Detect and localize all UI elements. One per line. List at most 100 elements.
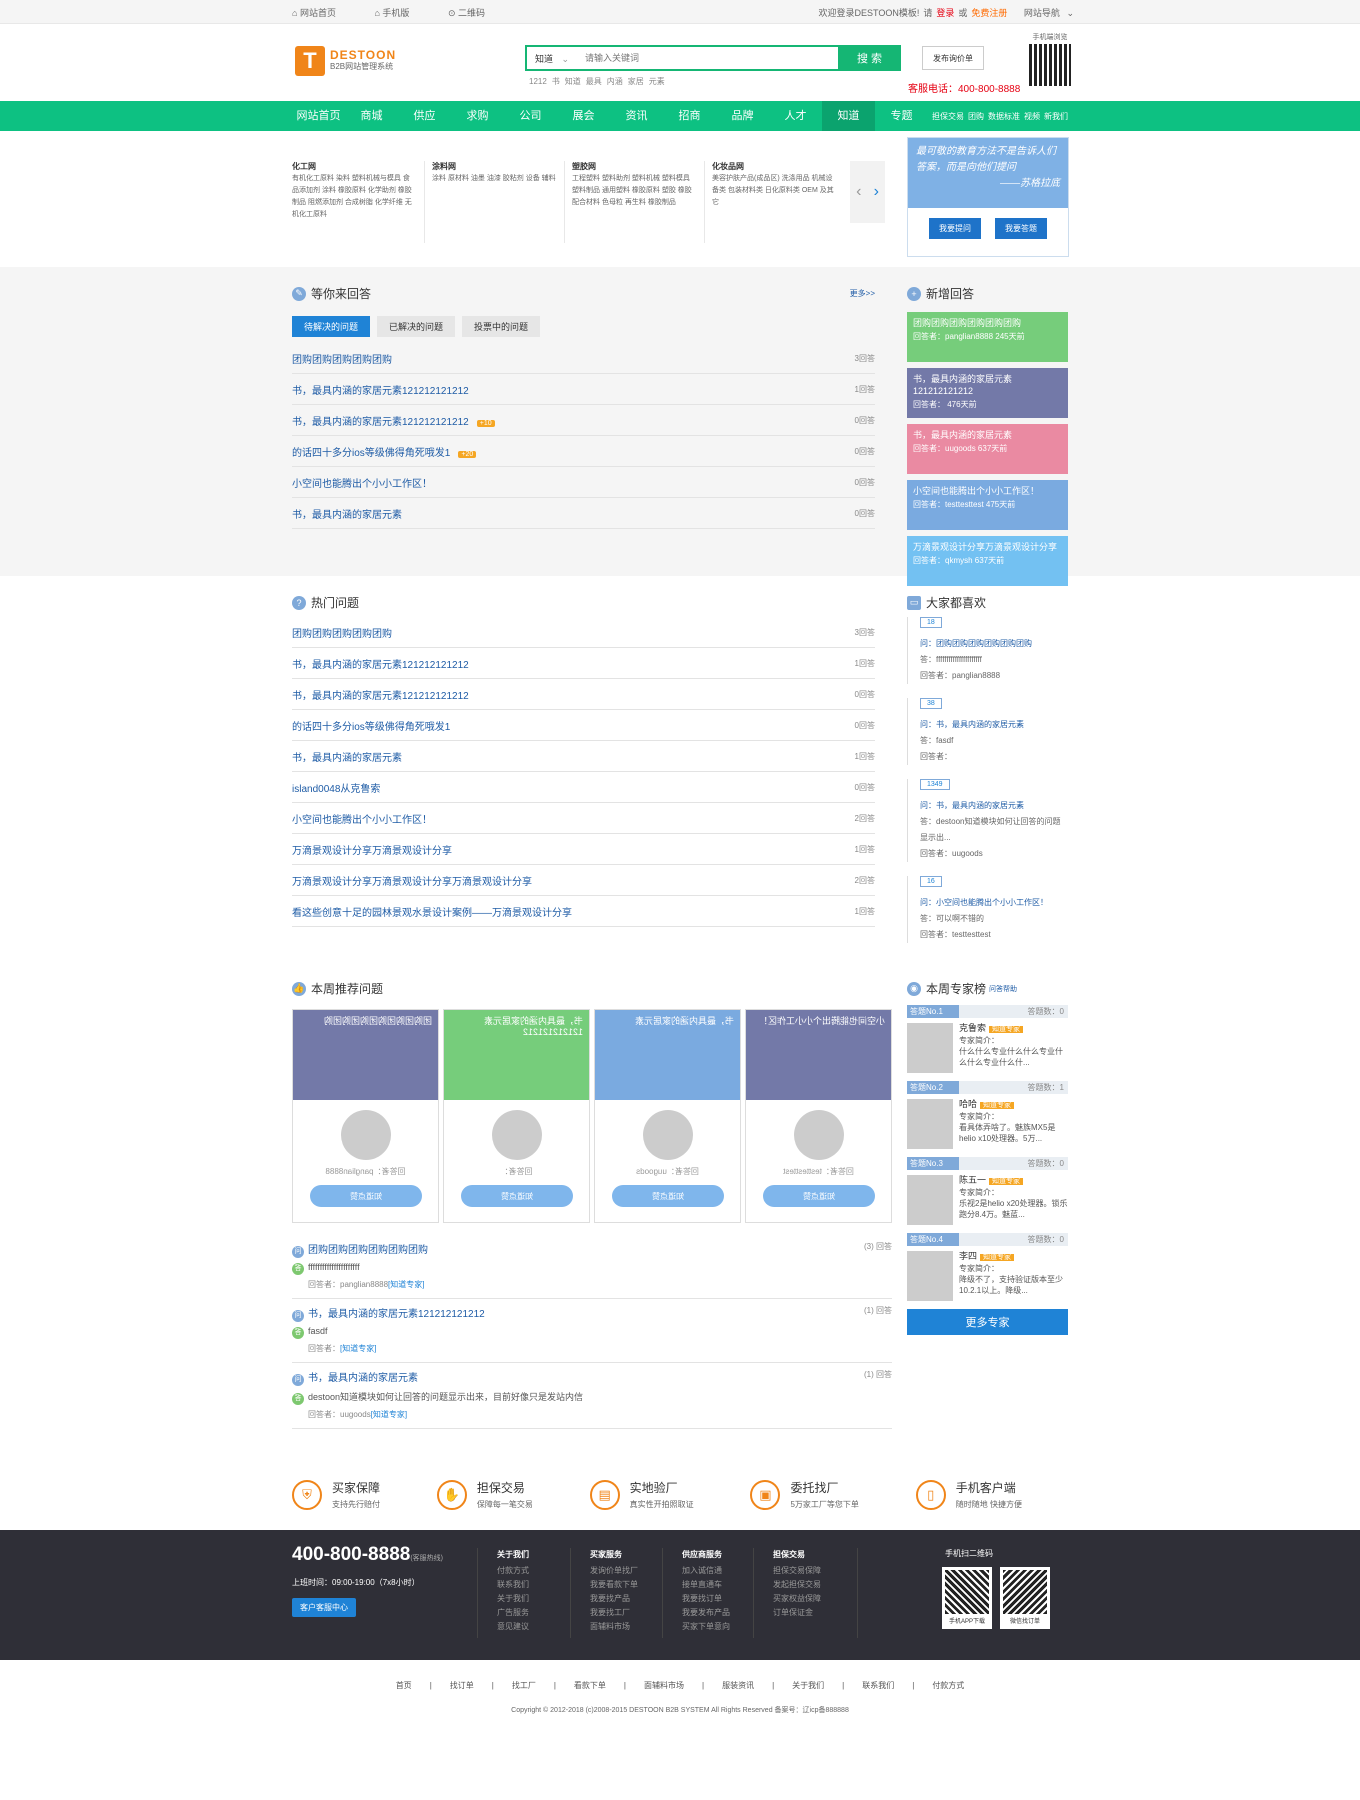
qrcode-link[interactable]: ⊙ 二维码	[448, 8, 503, 18]
nav-item-extra[interactable]: 数据标准	[988, 111, 1020, 122]
footer-link[interactable]: 发起担保交易	[773, 1578, 821, 1592]
category-chemical[interactable]: 化工网 有机化工原料 染料 塑料机械与模具 食品添加剂 涂料 橡胶原料 化学助剂 …	[292, 161, 416, 221]
bottom-link[interactable]: 联系我们	[862, 1681, 894, 1690]
question-title[interactable]: 书，最具内涵的家居元素	[292, 749, 402, 764]
question-title[interactable]: 小空间也能腾出个小小工作区！	[292, 475, 432, 490]
footer-link[interactable]: 我要找产品	[590, 1592, 638, 1606]
footer-link[interactable]: 广告服务	[497, 1606, 529, 1620]
nav-item[interactable]: 知道	[822, 101, 875, 131]
mobile-link[interactable]: ⌂ 手机版	[374, 8, 427, 18]
question-title[interactable]: 团购团购团购团购团购	[292, 351, 392, 366]
expert-name[interactable]: 陈五一	[959, 1175, 986, 1185]
question-text[interactable]: 团购团购团购团购团购团购	[308, 1245, 428, 1256]
answer-card[interactable]: 团购团购团购团购团购团购 回答者：panglian8888 245天前	[907, 312, 1068, 362]
nav-item[interactable]: 品牌	[716, 101, 769, 131]
recommend-card[interactable]: 书，最具内涵的家居元素121212121212 回答者： 知道点赞	[443, 1009, 590, 1223]
footer-link[interactable]: 我要找订单	[682, 1592, 730, 1606]
question-title[interactable]: 的话四十多分ios等级佛得角死哦发1 +20	[292, 444, 477, 459]
hotword[interactable]: 元素	[649, 77, 665, 86]
nav-item-extra[interactable]: 视频	[1024, 111, 1040, 122]
ask-question-button[interactable]: 我要提问	[929, 218, 981, 239]
question-title[interactable]: 万滴景观设计分享万滴景观设计分享万滴景观设计分享	[292, 873, 532, 888]
hotword[interactable]: 1212	[529, 77, 547, 86]
home-link[interactable]: ⌂ 网站首页	[292, 8, 354, 18]
question-row[interactable]: 团购团购团购团购团购 3回答	[292, 617, 875, 648]
more-link[interactable]: 更多>>	[850, 288, 875, 299]
row-question[interactable]: 问书，最具内涵的家居元素121212121212 (1) 回答	[292, 1305, 892, 1322]
category-cosmetics[interactable]: 化妆品网 美容护肤产品(成品区) 洗涤用品 机械设备类 包装材料类 日化原料类 O…	[712, 161, 836, 209]
question-title[interactable]: 书，最具内涵的家居元素121212121212	[292, 382, 469, 397]
question-title[interactable]: 团购团购团购团购团购	[292, 625, 392, 640]
like-button[interactable]: 知道点赞	[611, 1185, 724, 1207]
question-title[interactable]: 书，最具内涵的家居元素	[292, 506, 402, 521]
question-title[interactable]: 小空间也能腾出个小小工作区！	[292, 811, 432, 826]
more-experts-button[interactable]: 更多专家	[907, 1309, 1068, 1335]
chevron-left-icon[interactable]: ‹	[856, 183, 861, 201]
hotword[interactable]: 最具	[586, 77, 602, 86]
expert-name[interactable]: 克鲁索	[959, 1023, 986, 1033]
question-text[interactable]: 书，最具内涵的家居元素121212121212	[308, 1309, 485, 1320]
like-button[interactable]: 知道点赞	[762, 1185, 875, 1207]
login-link[interactable]: 登录	[936, 8, 954, 18]
footer-link[interactable]: 我要找工厂	[590, 1606, 638, 1620]
bottom-link[interactable]: 找工厂	[512, 1681, 536, 1690]
footer-link[interactable]: 买家下单意向	[682, 1620, 730, 1634]
answer-card[interactable]: 书，最具内涵的家居元素121212121212 回答者： 476天前	[907, 368, 1068, 418]
footer-link[interactable]: 关于我们	[497, 1592, 529, 1606]
question-title[interactable]: 看这些创意十足的园林景观水景设计案例——万滴景观设计分享	[292, 904, 572, 919]
expert-tag[interactable]: [知道专家]	[388, 1280, 424, 1289]
like-button[interactable]: 知道点赞	[460, 1185, 573, 1207]
question-title[interactable]: 书，最具内涵的家居元素121212121212 +10	[292, 413, 495, 428]
question-title[interactable]: island0048从克鲁索	[292, 780, 380, 795]
recommend-card[interactable]: 团购团购团购团购团购团购 回答者：panglian8888 知道点赞	[292, 1009, 439, 1223]
hotword[interactable]: 知道	[565, 77, 581, 86]
search-input[interactable]	[581, 47, 838, 69]
question-row[interactable]: 书，最具内涵的家居元素 0回答	[292, 498, 875, 529]
question-line[interactable]: 问书，最具内涵的家居元素	[292, 1369, 418, 1386]
question-row[interactable]: 书，最具内涵的家居元素121212121212 1回答	[292, 374, 875, 405]
footer-link[interactable]: 我要看款下单	[590, 1578, 638, 1592]
hotword[interactable]: 书	[552, 77, 560, 86]
nav-item[interactable]: 人才	[769, 101, 822, 131]
hotword[interactable]: 内涵	[607, 77, 623, 86]
nav-item[interactable]: 商城	[345, 101, 398, 131]
help-link[interactable]: 问答帮助	[989, 984, 1017, 994]
footer-link[interactable]: 担保交易保障	[773, 1564, 821, 1578]
bottom-link[interactable]: 付款方式	[932, 1681, 964, 1690]
footer-link[interactable]: 付款方式	[497, 1564, 529, 1578]
bottom-link[interactable]: 面辅料市场	[644, 1681, 684, 1690]
popular-question[interactable]: 问：书，最具内涵的家居元素	[920, 717, 1068, 733]
popular-item[interactable]: 18 问：团购团购团购团购团购团购 答：ffffffffffffffffffffff…	[907, 617, 1068, 684]
question-row[interactable]: 万滴景观设计分享万滴景观设计分享万滴景观设计分享 2回答	[292, 865, 875, 896]
guarantee-item[interactable]: ⛨ 买家保障 支持先行赔付	[292, 1479, 380, 1510]
question-row[interactable]: 小空间也能腾出个小小工作区！ 0回答	[292, 467, 875, 498]
question-row[interactable]: 小空间也能腾出个小小工作区！ 2回答	[292, 803, 875, 834]
tab-solved[interactable]: 已解决的问题	[377, 316, 456, 337]
expert-item[interactable]: 答题No.3 答题数：0 陈五一 知道专家 专家简介： 乐视2是helio x20处理器。…	[907, 1157, 1068, 1225]
nav-item[interactable]: 求购	[451, 101, 504, 131]
question-row[interactable]: 万滴景观设计分享万滴景观设计分享 1回答	[292, 834, 875, 865]
recommend-row[interactable]: 问书，最具内涵的家居元素121212121212 (1) 回答答 fasdf 回答者：…	[292, 1299, 892, 1363]
nav-item[interactable]: 供应	[398, 101, 451, 131]
popular-question[interactable]: 问：书，最具内涵的家居元素	[920, 798, 1068, 814]
row-question[interactable]: 问书，最具内涵的家居元素 (1) 回答	[292, 1369, 892, 1386]
like-button[interactable]: 知道点赞	[309, 1185, 422, 1207]
post-inquiry-button[interactable]: 发布询价单	[922, 46, 984, 70]
site-nav-dropdown[interactable]: 网站导航 ⌄	[1020, 8, 1074, 18]
search-button[interactable]: 搜 索	[838, 45, 901, 71]
bottom-link[interactable]: 首页	[396, 1681, 412, 1690]
nav-item[interactable]: 专题	[875, 101, 928, 131]
bottom-link[interactable]: 看款下单	[574, 1681, 606, 1690]
bottom-link[interactable]: 服装资讯	[722, 1681, 754, 1690]
expert-item[interactable]: 答题No.4 答题数：0 李四 知道专家 专家简介： 降级不了，支持验证版本至少10.2.…	[907, 1233, 1068, 1301]
question-row[interactable]: 的话四十多分ios等级佛得角死哦发1 0回答	[292, 710, 875, 741]
nav-item[interactable]: 公司	[504, 101, 557, 131]
recommend-card[interactable]: 小空间也能腾出个小小工作区！ 回答者：testtesttest 知道点赞	[745, 1009, 892, 1223]
answer-question-button[interactable]: 我要答题	[995, 218, 1047, 239]
footer-link[interactable]: 面辅料市场	[590, 1620, 638, 1634]
nav-item[interactable]: 资讯	[610, 101, 663, 131]
question-text[interactable]: 书，最具内涵的家居元素	[308, 1373, 418, 1384]
expert-name[interactable]: 哈哈	[959, 1099, 977, 1109]
expert-name[interactable]: 李四	[959, 1251, 977, 1261]
tab-unsolved[interactable]: 待解决的问题	[292, 316, 371, 337]
